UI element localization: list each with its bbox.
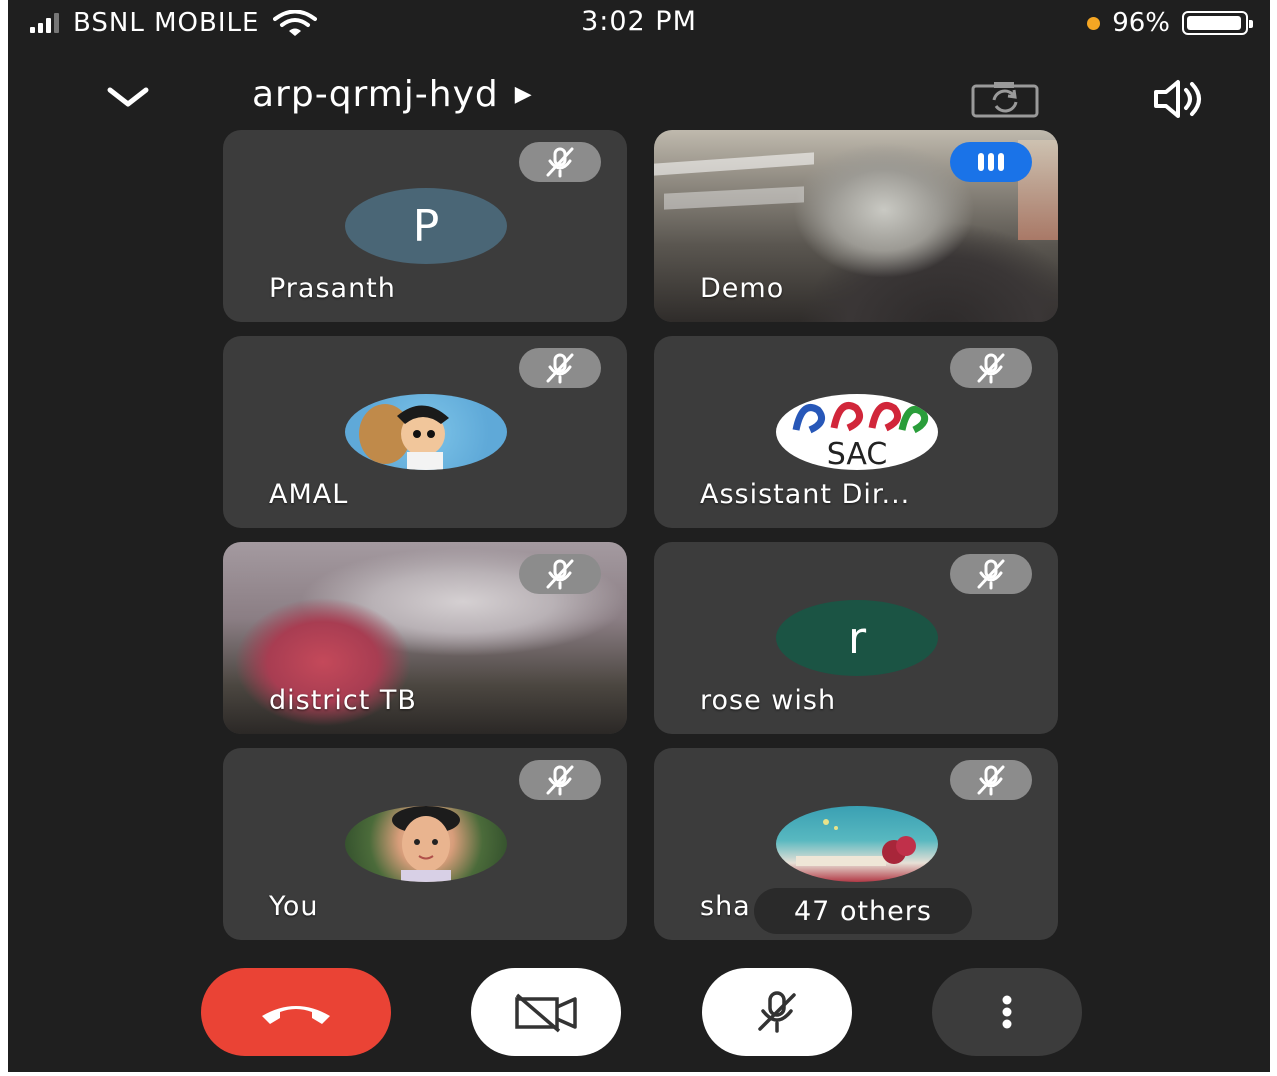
participant-name: district TB	[269, 685, 417, 716]
participant-tile-others[interactable]: sha 47 others	[654, 748, 1058, 940]
others-count-pill[interactable]: 47 others	[754, 888, 972, 934]
meeting-screen: BSNL MOBILE 3:02 PM 96% arp-qrmj-hyd ▶ P…	[8, 0, 1270, 1072]
mic-off-icon	[758, 991, 796, 1033]
flip-camera-icon	[971, 82, 1039, 118]
meeting-code: arp-qrmj-hyd	[252, 74, 499, 115]
participant-tile-you[interactable]: You	[223, 748, 627, 940]
meeting-title[interactable]: arp-qrmj-hyd ▶	[252, 74, 533, 115]
participant-tile-demo[interactable]: Demo	[654, 130, 1058, 322]
flip-camera-button[interactable]	[970, 80, 1040, 120]
camera-toggle-button[interactable]	[471, 968, 621, 1056]
muted-badge	[950, 554, 1032, 594]
participant-name: You	[269, 891, 319, 922]
speaker-icon	[1154, 80, 1201, 118]
mic-toggle-button[interactable]	[702, 968, 852, 1056]
play-arrow-icon: ▶	[514, 82, 533, 107]
mic-off-icon	[977, 559, 1005, 590]
muted-badge	[950, 348, 1032, 388]
organization-logo: SAC	[776, 394, 938, 470]
others-count: 47 others	[794, 895, 932, 927]
mic-off-icon	[546, 559, 574, 590]
muted-badge	[519, 348, 601, 388]
meeting-header: arp-qrmj-hyd ▶	[8, 70, 1270, 126]
battery-icon	[1182, 11, 1253, 35]
participant-name: sha	[700, 891, 751, 922]
participant-tile-district-tb[interactable]: district TB	[223, 542, 627, 734]
clock: 3:02 PM	[581, 6, 697, 37]
avatar-photo	[776, 806, 938, 882]
muted-badge	[519, 760, 601, 800]
collapse-button[interactable]	[100, 80, 156, 116]
logo-text: SAC	[827, 437, 888, 470]
participant-tile-amal[interactable]: AMAL	[223, 336, 627, 528]
participant-name: Assistant Dir...	[700, 479, 911, 510]
mic-off-icon	[546, 147, 574, 178]
mic-off-icon	[546, 765, 574, 796]
chevron-down-icon	[107, 87, 149, 107]
avatar-initial: P	[412, 200, 440, 252]
avatar-photo	[345, 394, 507, 470]
participant-name: AMAL	[269, 479, 349, 510]
participant-name: Demo	[700, 273, 785, 304]
avatar: r	[776, 600, 938, 676]
participant-tile-prasanth[interactable]: P Prasanth	[223, 130, 627, 322]
participant-tile-assistant-dir[interactable]: SAC Assistant Dir...	[654, 336, 1058, 528]
status-bar: BSNL MOBILE 3:02 PM 96%	[8, 0, 1270, 48]
more-options-button[interactable]	[932, 968, 1082, 1056]
privacy-indicator-dot	[1087, 16, 1101, 30]
muted-badge	[519, 142, 601, 182]
mic-off-icon	[546, 353, 574, 384]
mic-off-icon	[977, 765, 1005, 796]
end-call-button[interactable]	[201, 968, 391, 1056]
muted-badge	[519, 554, 601, 594]
speaker-button[interactable]	[1146, 76, 1216, 122]
camera-off-icon	[515, 993, 577, 1033]
more-options-icon	[1002, 995, 1012, 1029]
participant-name: rose wish	[700, 685, 837, 716]
participant-tile-rose-wish[interactable]: r rose wish	[654, 542, 1058, 734]
avatar-photo	[345, 806, 507, 882]
speaking-indicator-icon	[950, 142, 1032, 182]
avatar: P	[345, 188, 507, 264]
mic-off-icon	[977, 353, 1005, 384]
participant-name: Prasanth	[269, 273, 396, 304]
end-call-icon	[262, 1006, 330, 1024]
avatar-initial: r	[847, 612, 867, 664]
muted-badge	[950, 760, 1032, 800]
battery-percent: 96%	[1112, 8, 1170, 38]
